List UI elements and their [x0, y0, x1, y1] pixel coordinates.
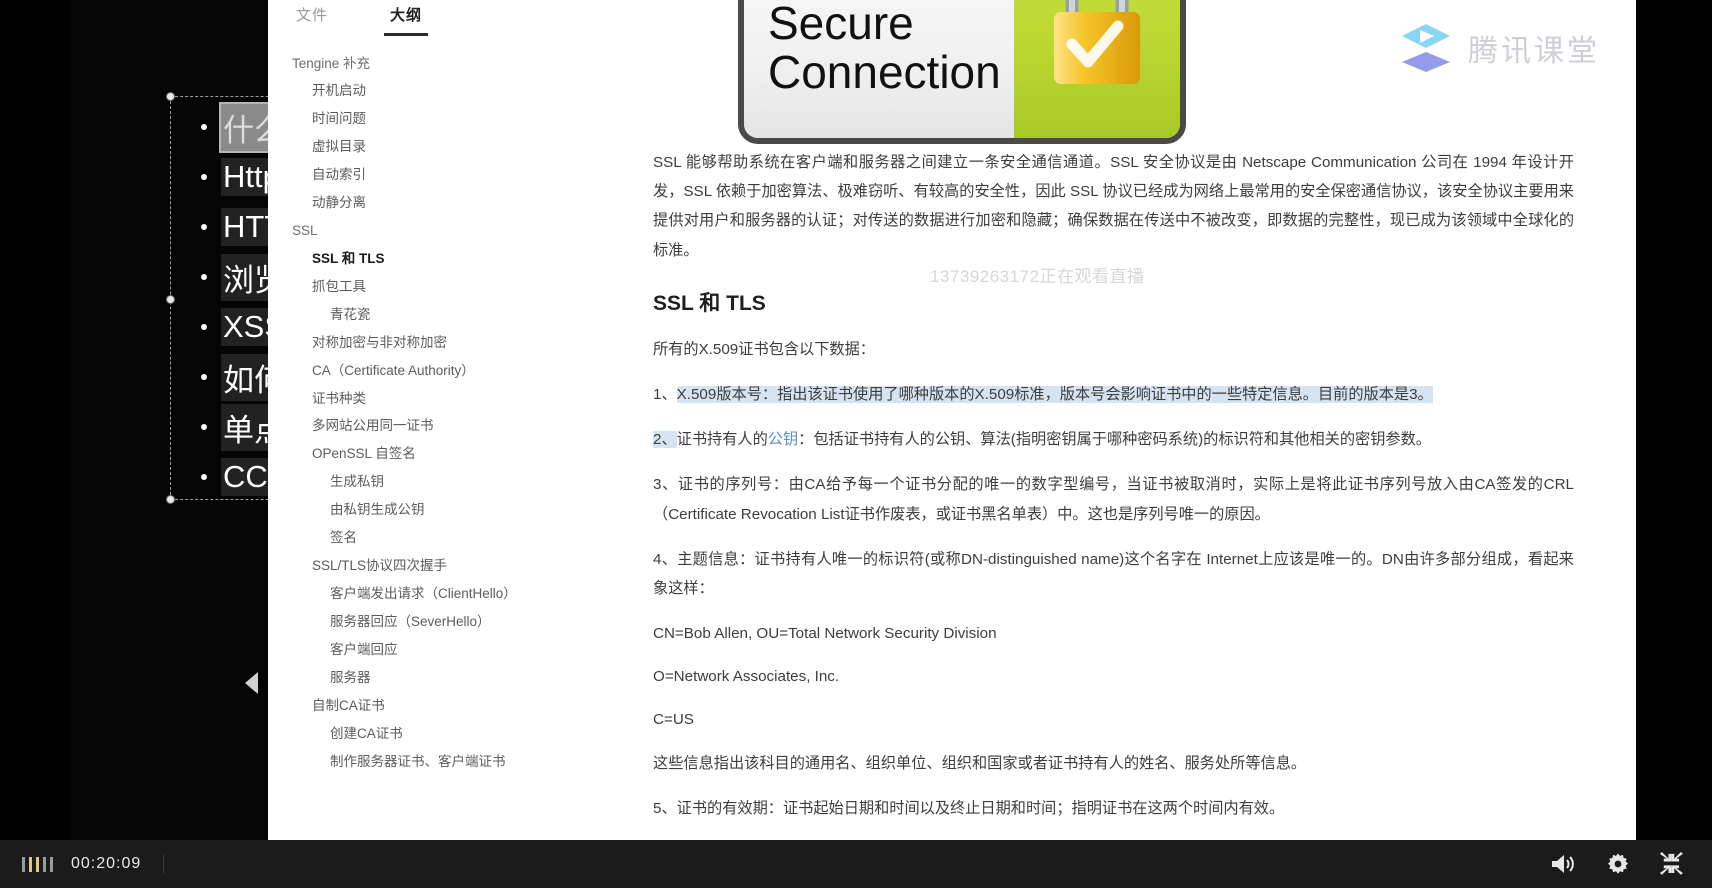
- document-body: SSL 能够帮助系统在客户端和服务器之间建立一条安全通信通道。SSL 安全协议是…: [653, 148, 1636, 840]
- paragraph-intro: SSL 能够帮助系统在客户端和服务器之间建立一条安全通信通道。SSL 安全协议是…: [653, 154, 1574, 259]
- outline-item-ssl[interactable]: SSL: [268, 218, 653, 246]
- outline-item-make-server-cert[interactable]: 制作服务器证书、客户端证书: [268, 748, 653, 776]
- paragraph-item-4: 4、主题信息：证书持有人唯一的标识符(或称DN-distinguished na…: [653, 550, 1574, 597]
- outline-item-sign[interactable]: 签名: [268, 525, 653, 553]
- brand-name: 腾讯课堂: [1468, 35, 1600, 68]
- outline-item-ca[interactable]: CA（Certificate Authority）: [268, 357, 653, 385]
- item2-prefix: 2、: [653, 431, 677, 449]
- panel-tabs: 文件 大纲: [268, 0, 653, 36]
- exit-fullscreen-icon: [1660, 852, 1683, 875]
- live-watermark: 13739263172正在观看直播: [930, 267, 1145, 286]
- outline-item-gen-public-key[interactable]: 由私钥生成公钥: [268, 497, 653, 525]
- outline-item-time-issue[interactable]: 时间问题: [268, 106, 653, 134]
- outline-item-charles[interactable]: 青花瓷: [268, 301, 653, 329]
- right-letterbox: [1636, 0, 1712, 840]
- bullet-icon: [201, 424, 207, 430]
- settings-button[interactable]: [1606, 852, 1630, 876]
- paragraph-dn-3: C=US: [653, 711, 694, 729]
- resize-handle-middle-left[interactable]: [166, 295, 175, 304]
- slide-caret-icon: [245, 672, 258, 694]
- paragraph-item-3: 3、证书的序列号：由CA给予每一个证书分配的唯一的数字型编号，当证书被取消时，实…: [653, 476, 1574, 523]
- bullet-icon: [201, 224, 207, 230]
- outline-item-static-dynamic[interactable]: 动静分离: [268, 190, 653, 218]
- volume-button[interactable]: [1550, 853, 1576, 875]
- bullet-icon: [201, 374, 207, 380]
- player-root: 什么 Http HTT 浏览 XSS 如何 单点 CCA 文件 大纲 Tengi…: [0, 0, 1712, 888]
- left-letterbox: [0, 0, 70, 840]
- tab-outline[interactable]: 大纲: [384, 4, 429, 36]
- pause-icon: [22, 856, 25, 872]
- brand-logo: 腾讯课堂: [1398, 22, 1600, 74]
- exit-fullscreen-button[interactable]: [1660, 852, 1684, 876]
- bullet-icon: [201, 474, 207, 480]
- resize-handle-bottom-left[interactable]: [166, 495, 175, 504]
- outline-item-server[interactable]: 服务器: [268, 664, 653, 692]
- paragraph-item-1: 1、X.509版本号：指出该证书使用了哪种版本的X.509标准，版本号会影响证书…: [653, 380, 1574, 409]
- outline-item-tengine[interactable]: Tengine 补充: [268, 50, 653, 78]
- outline-item-sym-asym[interactable]: 对称加密与非对称加密: [268, 329, 653, 357]
- outline-item-serverhello[interactable]: 服务器回应（SeverHello）: [268, 608, 653, 636]
- paragraph-item-2: 2、证书持有人的公钥：包括证书持有人的公钥、算法(指明密钥属于哪种密码系统)的标…: [653, 425, 1574, 454]
- outline-item-create-ca-cert[interactable]: 创建CA证书: [268, 720, 653, 748]
- pause-icon: [50, 856, 53, 872]
- section-heading-ssl-tls: SSL 和 TLS: [653, 291, 766, 315]
- resize-handle-top-left[interactable]: [166, 92, 175, 101]
- outline-item-ssl-tls[interactable]: SSL 和 TLS: [268, 245, 653, 273]
- gear-icon: [1607, 853, 1629, 874]
- paragraph-lead: 所有的X.509证书包含以下数据：: [653, 340, 875, 358]
- outline-item-multi-site-cert[interactable]: 多网站公用同一证书: [268, 413, 653, 441]
- selected-text: X.509版本号：指出该证书使用了哪种版本的X.509标准，版本号会影响证书中的…: [676, 385, 1433, 403]
- outline-item-gen-private-key[interactable]: 生成私钥: [268, 469, 653, 497]
- paragraph-dn-1: CN=Bob Allen, OU=Total Network Security …: [653, 625, 997, 643]
- outline-item-self-ca-cert[interactable]: 自制CA证书: [268, 692, 653, 720]
- outline-item-capture-tool[interactable]: 抓包工具: [268, 273, 653, 301]
- badge-line-3: Connection: [768, 45, 1001, 98]
- padlock-icon: [1054, 0, 1141, 84]
- public-key-link[interactable]: 公钥: [768, 431, 798, 448]
- item1-prefix: 1、: [653, 385, 677, 403]
- elapsed-time: 00:20:09: [65, 855, 165, 873]
- paragraph-dn-note: 这些信息指出该科目的通用名、组织单位、组织和国家或者证书持有人的姓名、服务处所等…: [653, 754, 1307, 772]
- outline-item-boot-start[interactable]: 开机启动: [268, 78, 653, 106]
- pause-icon: [43, 856, 46, 872]
- bullet-icon: [201, 274, 207, 280]
- pause-icon: [29, 856, 32, 872]
- video-stage[interactable]: 什么 Http HTT 浏览 XSS 如何 单点 CCA 文件 大纲 Tengi…: [0, 0, 1712, 840]
- bullet-icon: [201, 174, 207, 180]
- paragraph-dn-2: O=Network Associates, Inc.: [653, 668, 840, 686]
- outline-item-cert-types[interactable]: 证书种类: [268, 385, 653, 413]
- outline-item-client-reply[interactable]: 客户端回应: [268, 636, 653, 664]
- item2-text-a: 证书持有人的: [676, 431, 768, 449]
- control-left-group: 00:20:09: [0, 855, 165, 873]
- control-right-group: [1550, 852, 1712, 876]
- outline-item-handshake[interactable]: SSL/TLS协议四次握手: [268, 553, 653, 581]
- tencent-ketang-logo-icon: [1398, 22, 1454, 74]
- outline-item-auto-index[interactable]: 自动索引: [268, 162, 653, 190]
- bullet-icon: [201, 324, 207, 330]
- volume-icon: [1552, 855, 1574, 873]
- item2-text-b: ：包括证书持有人的公钥、算法(指明密钥属于哪种密码系统)的标识符和其他相关的密钥…: [798, 431, 1431, 449]
- bullet-icon: [201, 124, 207, 130]
- outline-item-clienthello[interactable]: 客户端发出请求（ClientHello）: [268, 581, 653, 609]
- outline-list: Tengine 补充 开机启动 时间问题 虚拟目录 自动索引 动静分离 SSL …: [268, 36, 653, 776]
- outline-item-openssl-selfsign[interactable]: OPenSSL 自签名: [268, 441, 653, 469]
- badge-line-2: Secure: [768, 0, 914, 50]
- player-control-bar: 00:20:09: [0, 840, 1712, 888]
- pause-button[interactable]: [10, 856, 65, 872]
- paragraph-item-5: 5、证书的有效期：证书起始日期和时间以及终止日期和时间；指明证书在这两个时间内有…: [653, 799, 1285, 817]
- outline-panel: 文件 大纲 Tengine 补充 开机启动 时间问题 虚拟目录 自动索引 动静分…: [268, 0, 653, 840]
- pause-icon: [36, 856, 39, 872]
- tab-files[interactable]: 文件: [290, 4, 334, 36]
- document-panel[interactable]: SSL Secure Connection: [653, 0, 1636, 840]
- outline-item-virtual-dir[interactable]: 虚拟目录: [268, 134, 653, 162]
